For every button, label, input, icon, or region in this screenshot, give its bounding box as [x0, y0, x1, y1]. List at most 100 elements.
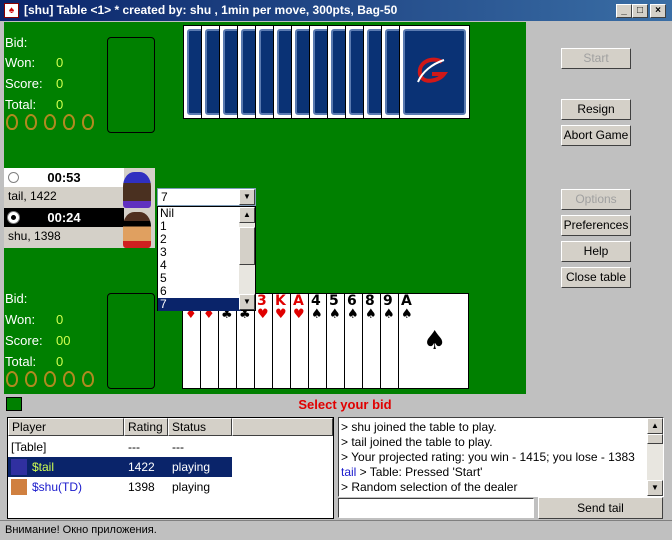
player-panel-tail: 00:53 tail, 1422	[4, 168, 155, 208]
bid-option[interactable]: 5	[158, 272, 241, 285]
scroll-down-icon[interactable]: ▼	[647, 480, 663, 496]
bag-icon	[63, 371, 75, 387]
help-button[interactable]: Help	[561, 241, 631, 262]
bottom-won-label: Won:	[5, 312, 36, 327]
top-bid-card-slot	[107, 37, 155, 133]
player-status: playing	[172, 480, 211, 494]
bid-option[interactable]: 7	[158, 298, 241, 311]
card-suit: ♠	[383, 307, 395, 322]
player-name: [Table]	[11, 440, 47, 454]
scroll-thumb[interactable]	[647, 434, 663, 444]
card-suit: ♥	[293, 307, 305, 322]
top-score-label: Score:	[5, 76, 43, 91]
player-name: shu, 1398	[8, 229, 61, 243]
bid-options-list[interactable]: Nil 1 2 3 4 5 6 7 ▲ ▼	[157, 206, 256, 311]
card-back-logo	[417, 57, 449, 83]
card-suit: ♥	[257, 307, 269, 322]
top-total-label: Total:	[5, 97, 37, 112]
bid-option[interactable]: Nil	[158, 207, 241, 220]
scroll-up-icon[interactable]: ▲	[647, 418, 663, 434]
scrollbar[interactable]: ▲ ▼	[239, 207, 255, 310]
chat-log: > shu joined the table to play. > tail jo…	[338, 417, 664, 497]
bid-option[interactable]: 1	[158, 220, 241, 233]
bid-option[interactable]: 4	[158, 259, 241, 272]
status-bar: Внимание! Окно приложения.	[0, 520, 672, 538]
column-header-rating[interactable]: Rating	[124, 418, 168, 436]
bag-icon	[44, 371, 56, 387]
player-name: tail, 1422	[8, 189, 57, 203]
bottom-total-value: 0	[56, 354, 64, 369]
chat-line: tail > Table: Pressed 'Start'	[339, 465, 663, 480]
resign-button[interactable]: Resign	[561, 99, 631, 120]
bag-icon	[63, 114, 75, 130]
card-suit: ♠	[347, 307, 359, 322]
card-suit: ♠	[311, 307, 323, 322]
column-header-empty	[232, 418, 333, 436]
bottom-score-label: Score:	[5, 333, 43, 348]
player-rating: ---	[128, 440, 140, 454]
bag-icon	[25, 114, 37, 130]
avatar	[123, 172, 151, 208]
title-bar: [shu] Table <1> * created by: shu , 1min…	[0, 0, 672, 21]
bottom-bid-label: Bid:	[5, 291, 28, 306]
card-suit: ♠	[365, 307, 377, 322]
bottom-bags	[6, 371, 94, 387]
bottom-bid-card-slot	[107, 293, 155, 389]
minimize-button[interactable]: _	[616, 4, 632, 18]
card-suit: ♠	[329, 307, 341, 322]
chat-scrollbar[interactable]: ▲ ▼	[647, 418, 663, 496]
avatar-icon	[11, 479, 27, 495]
start-button[interactable]: Start	[561, 48, 631, 69]
top-bags	[6, 114, 94, 130]
table-row[interactable]: [Table] --- ---	[8, 437, 232, 457]
scroll-up-icon[interactable]: ▲	[239, 207, 255, 223]
close-window-button[interactable]: ×	[650, 4, 666, 18]
column-header-player[interactable]: Player	[8, 418, 124, 436]
close-table-button[interactable]: Close table	[561, 267, 631, 288]
avatar	[123, 212, 151, 248]
maximize-button[interactable]: □	[632, 4, 648, 18]
chat-line: > tail joined the table to play.	[339, 435, 663, 450]
bag-icon	[6, 114, 18, 130]
bid-option[interactable]: 2	[158, 233, 241, 246]
bag-icon	[82, 371, 94, 387]
top-won-value: 0	[56, 55, 64, 70]
turn-indicator	[8, 212, 19, 223]
prompt-text: Select your bid	[298, 397, 392, 412]
preferences-button[interactable]: Preferences	[561, 215, 631, 236]
player-status: ---	[172, 440, 184, 454]
top-score-value: 0	[56, 76, 64, 91]
abort-game-button[interactable]: Abort Game	[561, 125, 631, 146]
chat-text: > shu joined the table to play.	[341, 420, 497, 434]
bottom-won-value: 0	[56, 312, 64, 327]
chevron-down-icon[interactable]: ▼	[239, 189, 255, 205]
chat-input[interactable]	[338, 498, 534, 518]
chat-text: > Random selection of the dealer	[341, 480, 518, 494]
send-button[interactable]: Send tail	[538, 497, 663, 519]
chat-text: > Table: Pressed 'Start'	[356, 465, 483, 479]
bag-icon	[6, 371, 18, 387]
timer: 00:24	[4, 208, 124, 227]
table-row[interactable]: $shu(TD) 1398 playing	[8, 477, 232, 497]
bid-option[interactable]: 6	[158, 285, 241, 298]
column-header-status[interactable]: Status	[168, 418, 232, 436]
table-row[interactable]: $tail 1422 playing	[8, 457, 232, 477]
card-suit: ♥	[275, 307, 287, 322]
bag-icon	[82, 114, 94, 130]
top-won-label: Won:	[5, 55, 36, 70]
card-center-suit: ♠	[423, 326, 447, 356]
avatar-icon	[11, 459, 27, 475]
options-button[interactable]: Options	[561, 189, 631, 210]
bid-select[interactable]: 7 ▼	[157, 188, 256, 206]
bag-icon	[44, 114, 56, 130]
chat-line: > Random selection of the dealer	[339, 480, 663, 495]
scroll-thumb[interactable]	[239, 227, 255, 265]
playing-card[interactable]: A ♠ ♠	[398, 293, 469, 389]
app-icon: ♠	[4, 3, 19, 18]
scroll-down-icon[interactable]: ▼	[239, 294, 255, 310]
chat-line: > shu joined the table to play.	[339, 420, 663, 435]
turn-indicator	[8, 172, 19, 183]
top-total-value: 0	[56, 97, 64, 112]
bid-option[interactable]: 3	[158, 246, 241, 259]
player-rating: 1398	[128, 480, 155, 494]
